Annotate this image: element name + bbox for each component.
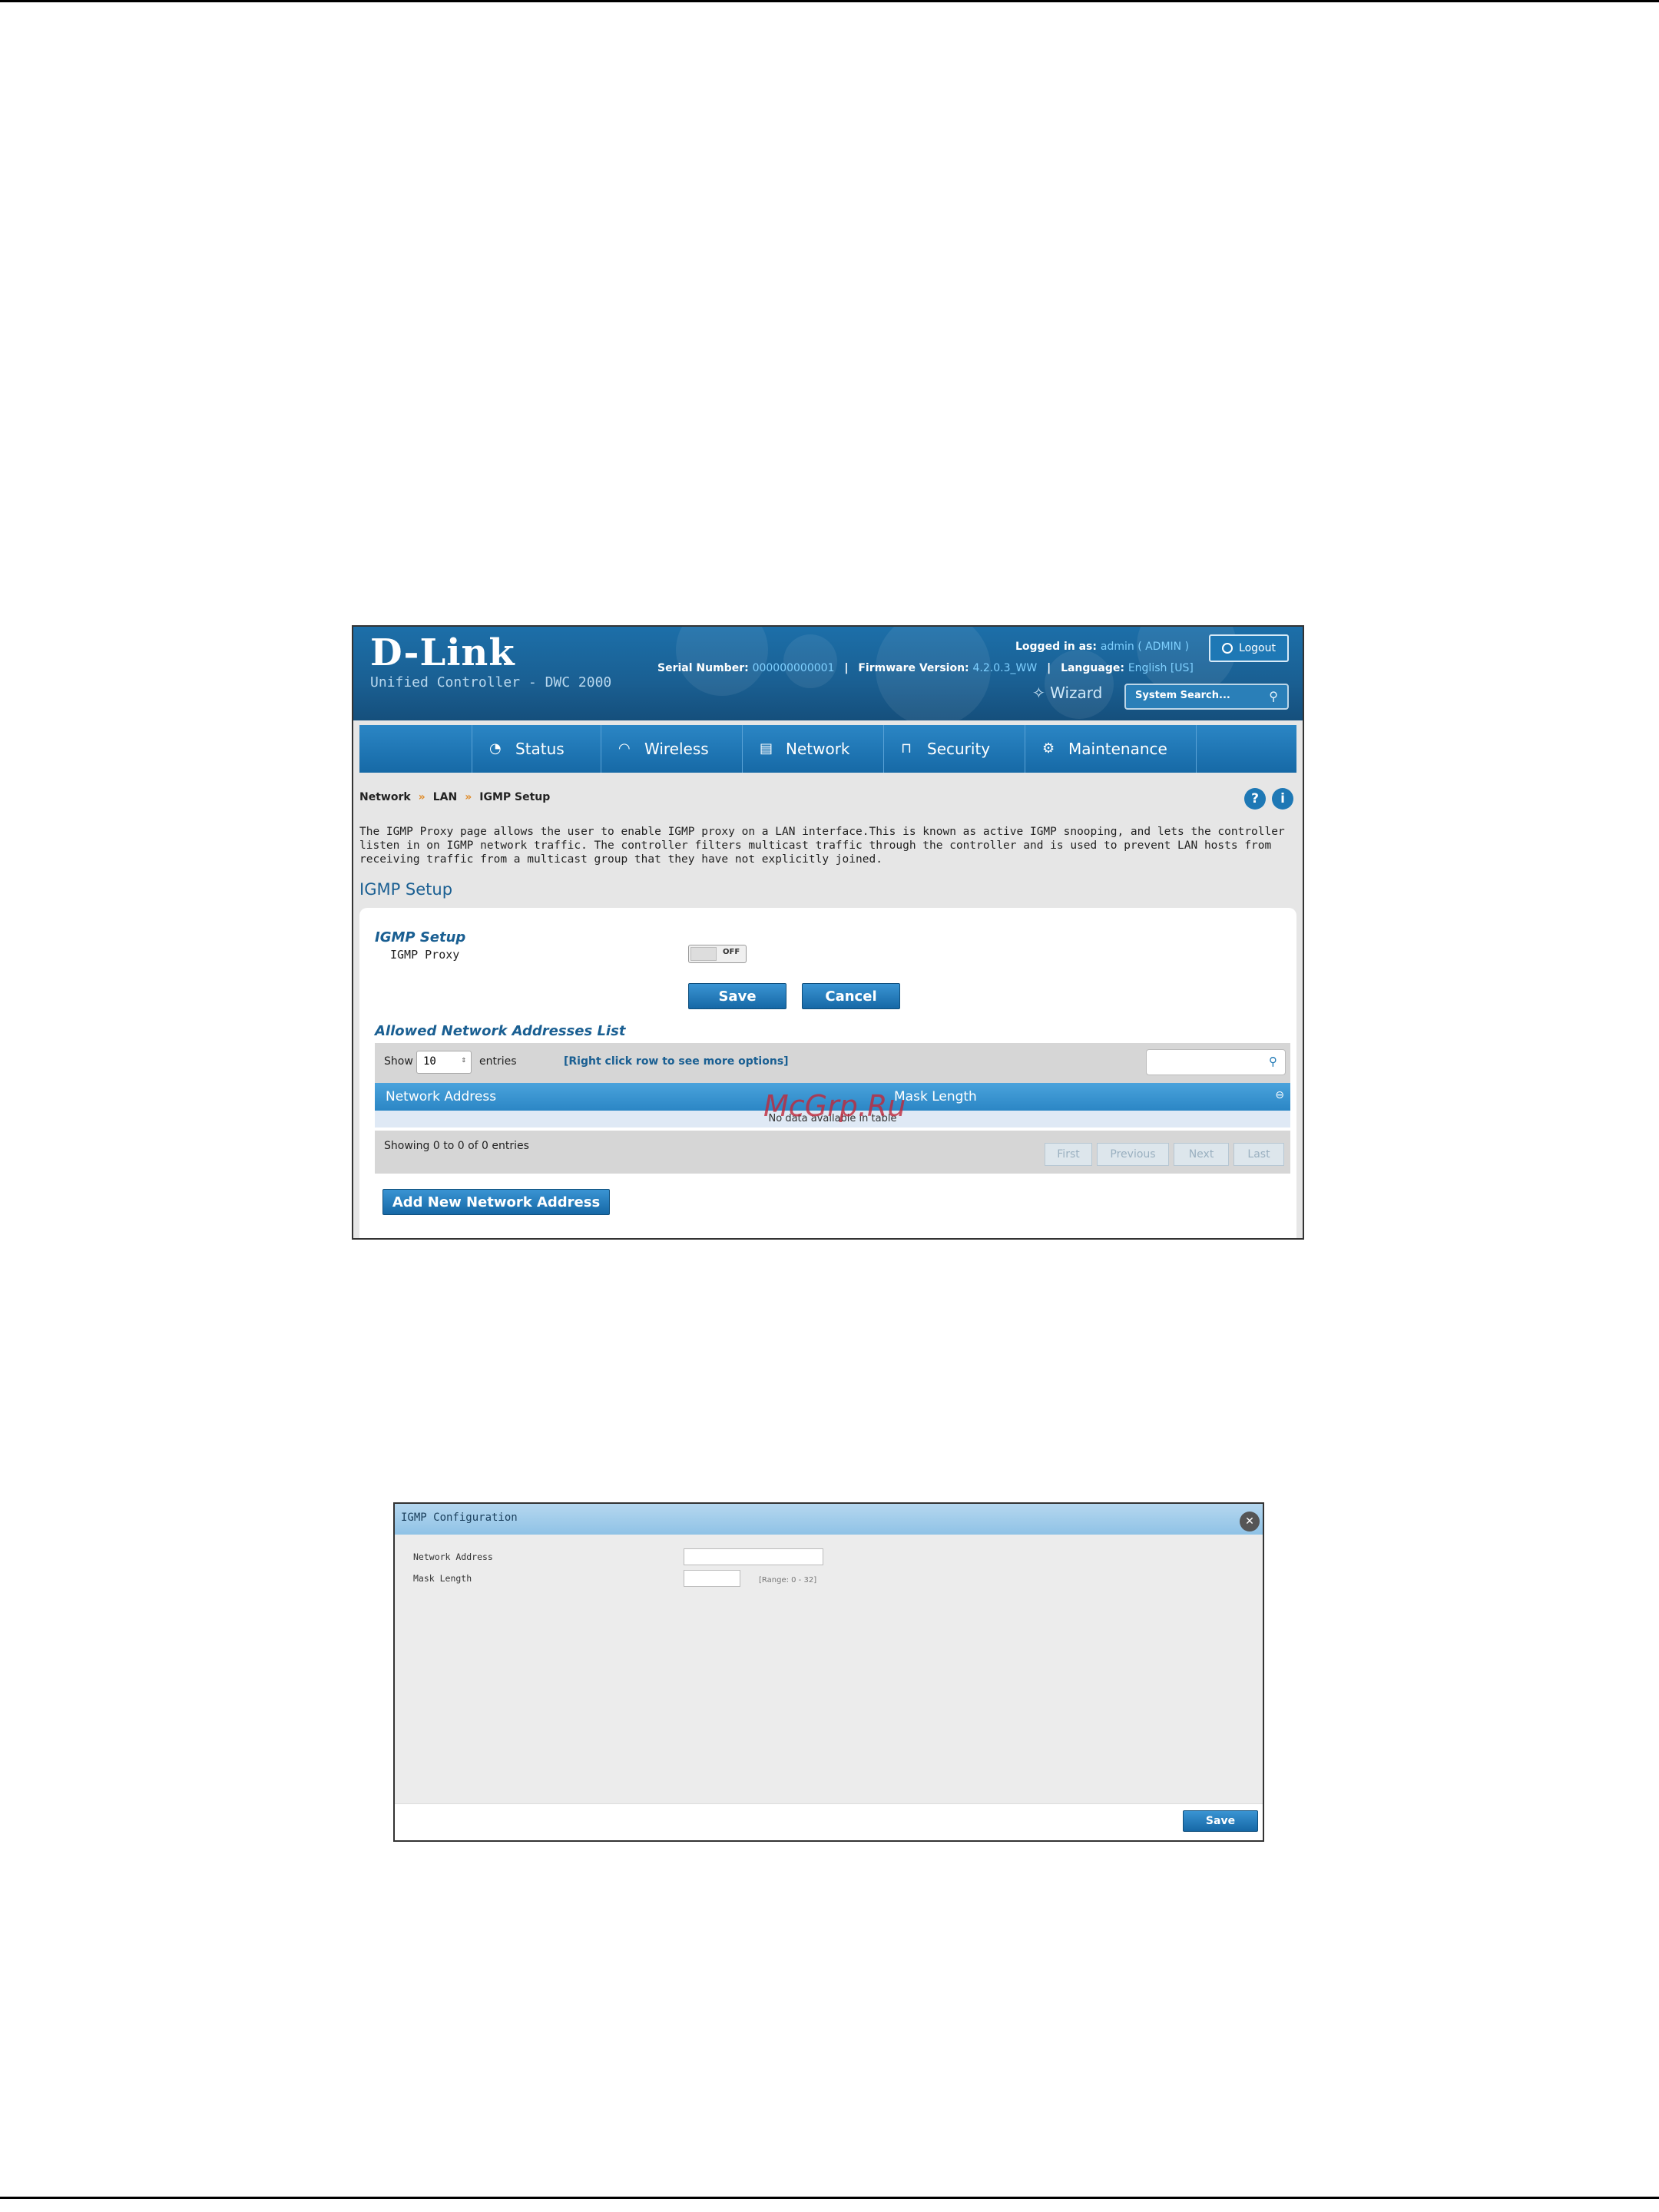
nav-label: Maintenance: [1068, 740, 1167, 758]
logged-in-info: Logged in as: admin ( ADMIN ): [1015, 641, 1189, 653]
header-decoration: [676, 627, 768, 696]
page-size-value: 10: [423, 1055, 436, 1068]
nav-wireless[interactable]: ◠ Wireless: [601, 725, 742, 773]
toggle-state: OFF: [723, 948, 740, 956]
breadcrumb-network[interactable]: Network: [359, 791, 411, 803]
wizard-link[interactable]: ✧ Wizard: [1032, 684, 1102, 702]
gears-icon: ⚙: [1042, 740, 1055, 757]
breadcrumb-lan[interactable]: LAN: [433, 791, 457, 803]
gauge-icon: ◔: [489, 740, 502, 757]
logged-in-user: admin ( ADMIN ): [1100, 641, 1190, 653]
mask-length-label: Mask Length: [413, 1573, 472, 1584]
breadcrumb-igmp-setup: IGMP Setup: [479, 791, 551, 803]
app-header: D-Link Unified Controller - DWC 2000 Log…: [353, 627, 1303, 720]
page-title: IGMP Setup: [359, 880, 453, 899]
pager-previous-button[interactable]: Previous: [1097, 1143, 1169, 1166]
entries-label: entries: [479, 1055, 517, 1068]
right-click-hint: [Right click row to see more options]: [564, 1055, 789, 1068]
firmware-value: 4.2.0.3_WW: [972, 662, 1038, 674]
save-button[interactable]: Save: [688, 983, 786, 1009]
language-value[interactable]: English [US]: [1128, 662, 1194, 674]
table-toolbar: Show 10 ⇕ entries [Right click row to se…: [375, 1043, 1290, 1083]
main-nav: ◔ Status ◠ Wireless ▤ Network ⊓ Security…: [359, 725, 1296, 773]
wizard-label: Wizard: [1050, 684, 1103, 702]
igmp-setup-screenshot: D-Link Unified Controller - DWC 2000 Log…: [352, 625, 1304, 1240]
pager-label: Next: [1188, 1148, 1214, 1161]
dialog-footer: Save: [395, 1803, 1263, 1840]
pager-label: Previous: [1110, 1148, 1156, 1161]
igmp-setup-subtitle: IGMP Setup: [375, 929, 466, 945]
lock-icon: ⊓: [901, 740, 912, 757]
help-icon[interactable]: ?: [1244, 788, 1266, 810]
system-search-input[interactable]: System Search... ⚲: [1124, 684, 1289, 710]
device-info: Serial Number: 000000000001 | Firmware V…: [657, 662, 1194, 674]
page-description: The IGMP Proxy page allows the user to e…: [359, 826, 1285, 866]
igmp-setup-panel: IGMP Setup IGMP Proxy OFF Save Cancel Al…: [359, 908, 1296, 1238]
page-size-select[interactable]: 10 ⇕: [416, 1051, 472, 1074]
info-divider: |: [844, 662, 849, 674]
column-network-address[interactable]: Network Address: [386, 1089, 496, 1104]
search-icon: ⚲: [1269, 689, 1278, 704]
cancel-button[interactable]: Cancel: [802, 983, 900, 1009]
network-address-input[interactable]: [684, 1548, 823, 1565]
igmp-configuration-dialog: IGMP Configuration ✕ Network Address Mas…: [393, 1502, 1264, 1842]
page-bottom-rule: [0, 2197, 1659, 2199]
igmp-proxy-label: IGMP Proxy: [390, 948, 460, 962]
dialog-header: IGMP Configuration ✕: [395, 1504, 1263, 1535]
mask-length-range-hint: [Range: 0 - 32]: [759, 1576, 817, 1584]
system-search-placeholder: System Search...: [1135, 690, 1230, 701]
igmp-proxy-toggle[interactable]: OFF: [688, 945, 747, 963]
logout-button[interactable]: Logout: [1209, 634, 1289, 662]
table-search-input[interactable]: ⚲: [1146, 1049, 1286, 1075]
dlink-logo: D-Link: [370, 631, 515, 674]
showing-entries-text: Showing 0 to 0 of 0 entries: [384, 1140, 529, 1152]
breadcrumb: Network » LAN » IGMP Setup: [359, 791, 550, 803]
nav-network[interactable]: ▤ Network: [742, 725, 883, 773]
pager-last-button[interactable]: Last: [1233, 1143, 1284, 1166]
pager-next-button[interactable]: Next: [1174, 1143, 1229, 1166]
show-label: Show: [384, 1055, 413, 1068]
close-icon[interactable]: ✕: [1240, 1512, 1260, 1532]
table-footer: Showing 0 to 0 of 0 entries First Previo…: [375, 1131, 1290, 1174]
info-divider: |: [1047, 662, 1051, 674]
breadcrumb-separator: »: [418, 791, 426, 803]
nav-label: Network: [786, 740, 850, 758]
search-icon: ⚲: [1269, 1055, 1277, 1068]
logged-in-label: Logged in as:: [1015, 641, 1097, 653]
nav-status[interactable]: ◔ Status: [472, 725, 601, 773]
allowed-list-title: Allowed Network Addresses List: [375, 1023, 626, 1039]
header-decoration: [783, 634, 837, 688]
toggle-knob: [690, 947, 717, 961]
watermark: McGrp.Ru: [763, 1089, 906, 1123]
nav-security[interactable]: ⊓ Security: [883, 725, 1025, 773]
logout-label: Logout: [1239, 642, 1276, 654]
column-toggle-icon[interactable]: ⊖: [1275, 1089, 1284, 1101]
product-subtitle: Unified Controller - DWC 2000: [370, 674, 612, 690]
network-address-label: Network Address: [413, 1551, 493, 1562]
pager-label: First: [1057, 1148, 1080, 1161]
serial-label: Serial Number:: [657, 662, 749, 674]
dialog-title: IGMP Configuration: [401, 1512, 518, 1524]
page-top-rule: [0, 0, 1659, 2]
dialog-save-button[interactable]: Save: [1183, 1810, 1258, 1832]
nav-label: Wireless: [644, 740, 709, 758]
info-icon[interactable]: i: [1272, 788, 1293, 810]
language-label: Language:: [1061, 662, 1124, 674]
column-mask-length[interactable]: Mask Length: [894, 1089, 977, 1104]
add-network-address-button[interactable]: Add New Network Address: [382, 1189, 610, 1215]
mask-length-input[interactable]: [684, 1570, 740, 1587]
firmware-label: Firmware Version:: [858, 662, 969, 674]
wifi-icon: ◠: [618, 740, 631, 757]
nav-maintenance[interactable]: ⚙ Maintenance: [1025, 725, 1197, 773]
wand-icon: ✧: [1032, 684, 1051, 702]
power-icon: [1222, 643, 1233, 654]
pager-label: Last: [1247, 1148, 1270, 1161]
nav-label: Status: [515, 740, 565, 758]
nav-label: Security: [927, 740, 991, 758]
pager-first-button[interactable]: First: [1045, 1143, 1092, 1166]
network-icon: ▤: [760, 740, 773, 757]
select-arrows-icon: ⇕: [461, 1055, 466, 1065]
serial-value: 000000000001: [752, 662, 835, 674]
breadcrumb-separator: »: [465, 791, 472, 803]
